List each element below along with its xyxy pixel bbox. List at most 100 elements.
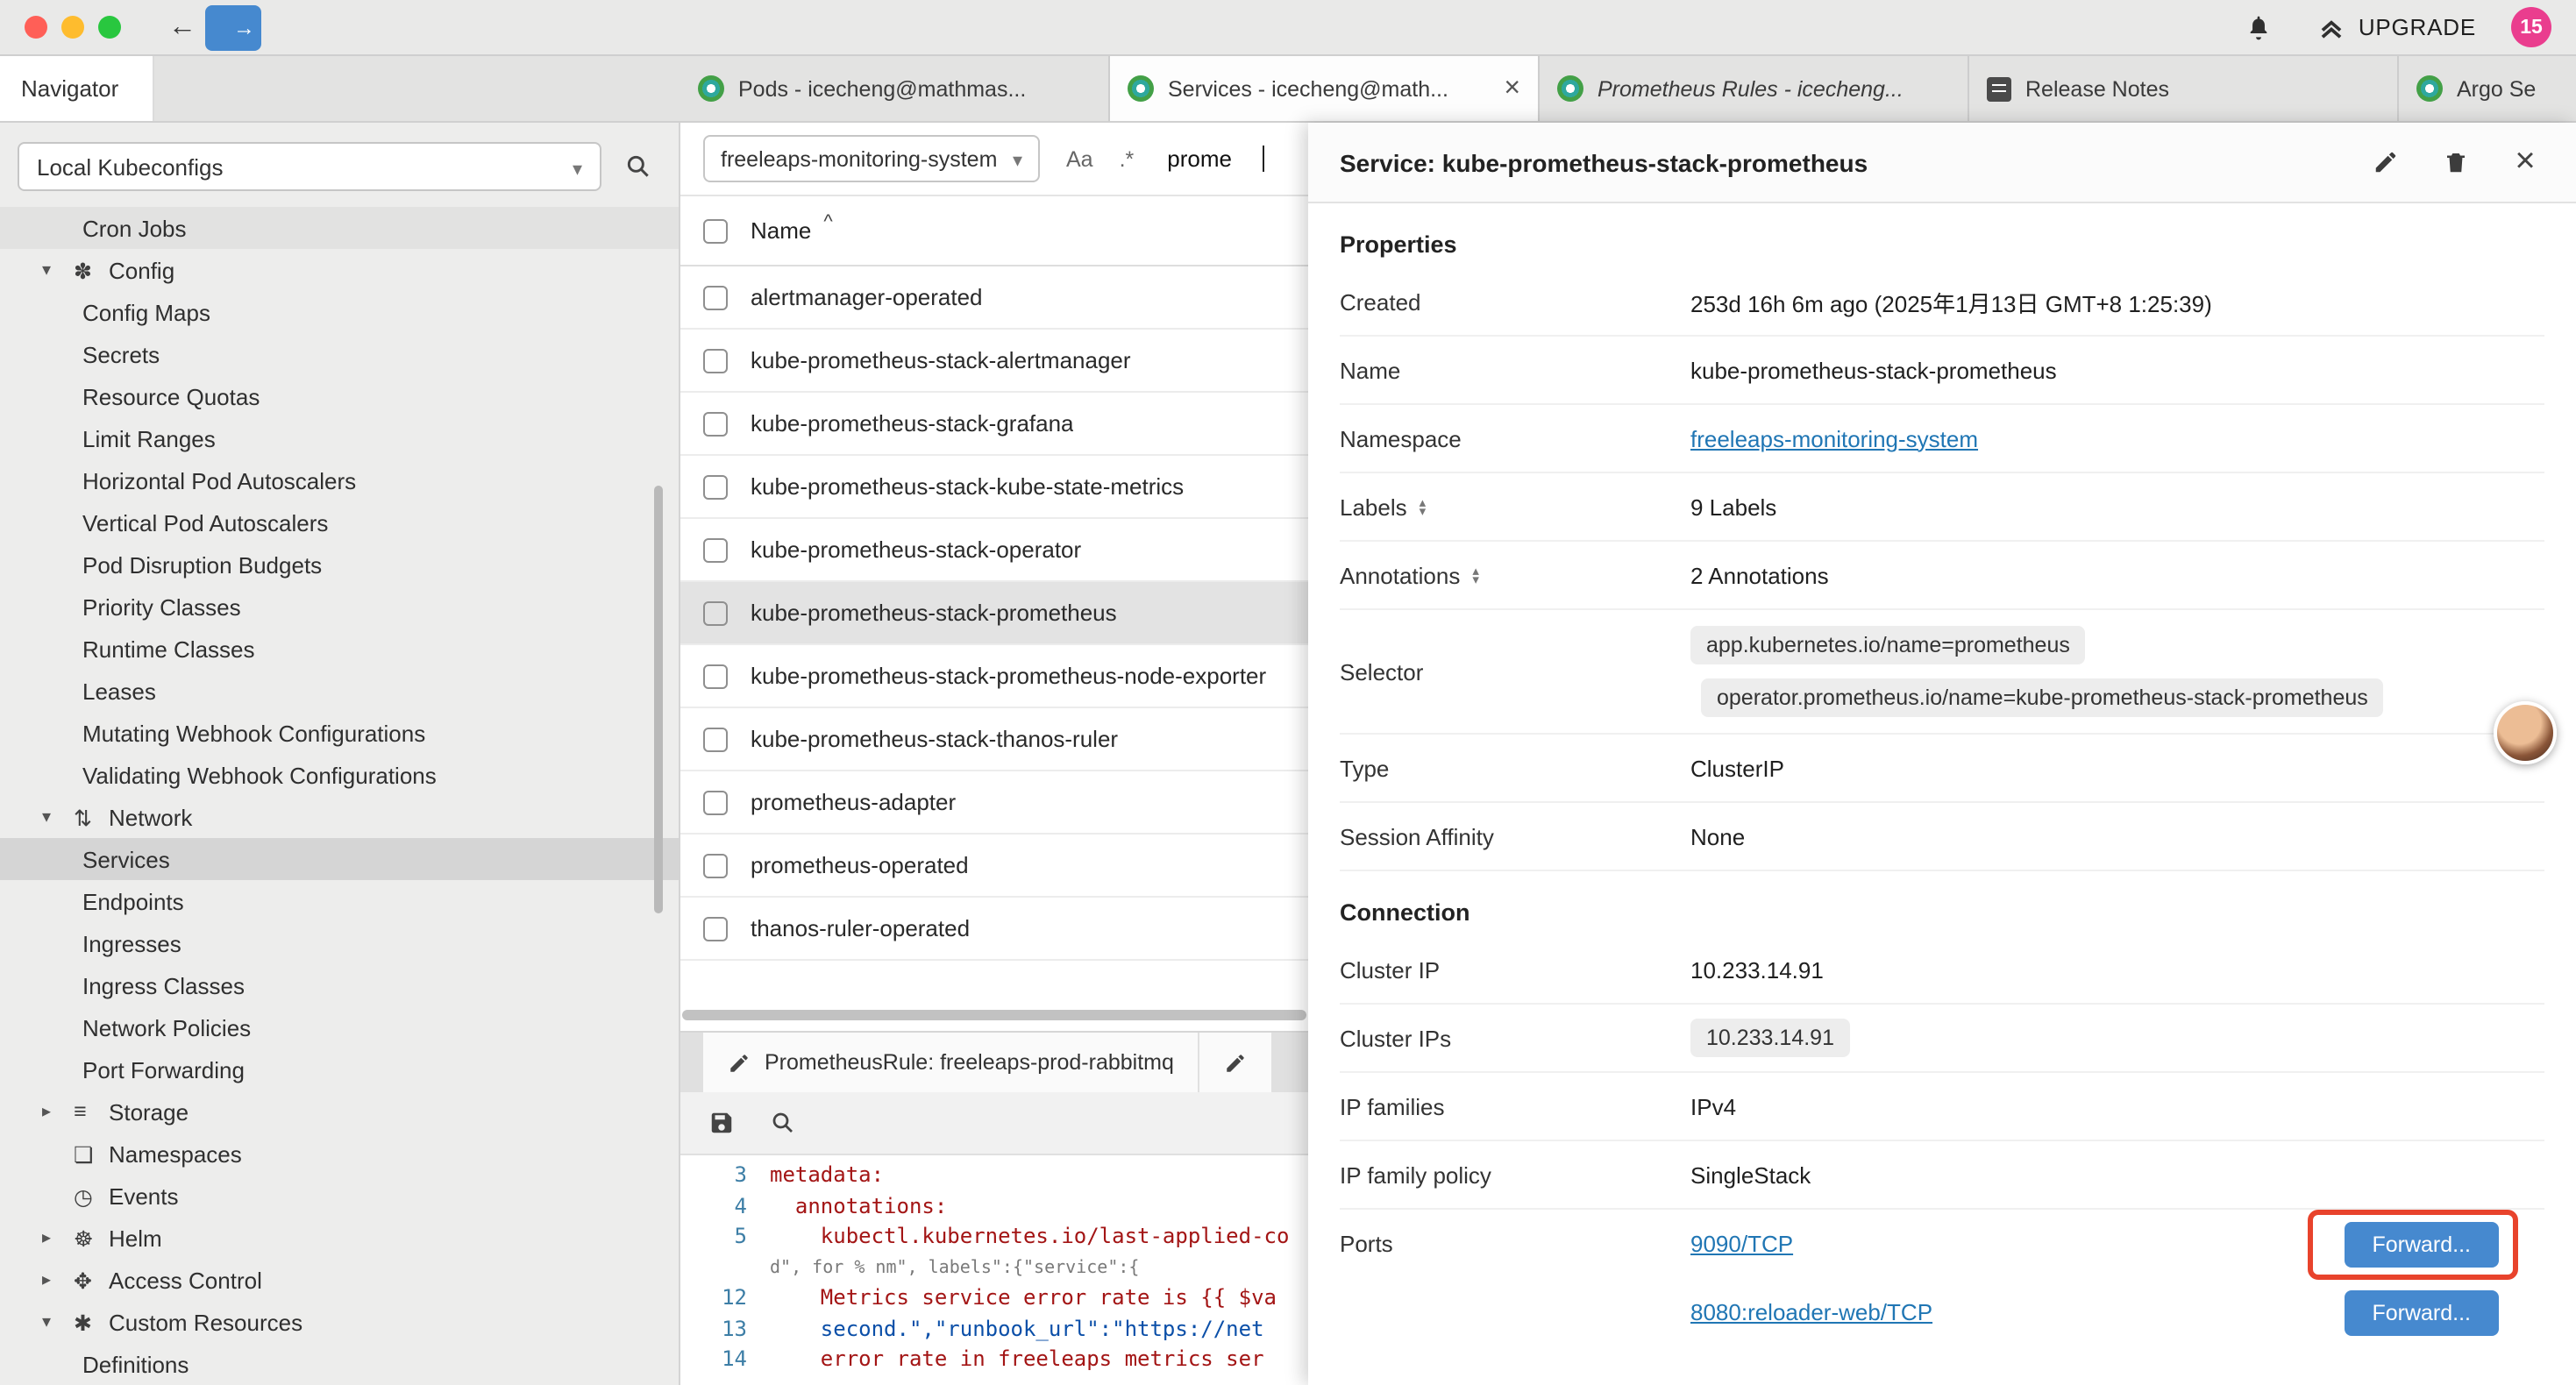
delete-icon[interactable] <box>2436 143 2474 181</box>
horizontal-scrollbar[interactable] <box>682 1010 1306 1020</box>
edit-pencil-icon <box>728 1051 751 1074</box>
kubeconfig-selector-value: Local Kubeconfigs <box>37 153 224 180</box>
avatar[interactable] <box>2494 701 2557 764</box>
sidebar-item-mutating-webhook-configurations[interactable]: Mutating Webhook Configurations <box>0 712 679 754</box>
upgrade-icon <box>2316 12 2346 42</box>
kubernetes-cluster-icon <box>2416 75 2443 102</box>
sidebar-item-runtime-classes[interactable]: Runtime Classes <box>0 628 679 670</box>
edit-pencil-icon <box>1225 1051 1248 1074</box>
kubernetes-cluster-icon <box>1128 75 1154 102</box>
namespaces-icon <box>74 1140 109 1167</box>
sidebar-item-port-forwarding[interactable]: Port Forwarding <box>0 1048 679 1090</box>
row-checkbox[interactable] <box>703 348 728 373</box>
sidebar-item-network-policies[interactable]: Network Policies <box>0 1006 679 1048</box>
search-input[interactable]: prome <box>1167 146 1232 172</box>
editor-tab-prometheusrule[interactable]: PrometheusRule: freeleaps-prod-rabbitmq <box>703 1033 1199 1092</box>
save-icon[interactable] <box>708 1110 735 1136</box>
edit-icon[interactable] <box>2366 143 2404 181</box>
sidebar-item-storage[interactable]: Storage <box>0 1090 679 1133</box>
sidebar-item-horizontal-pod-autoscalers[interactable]: Horizontal Pod Autoscalers <box>0 459 679 501</box>
match-case-toggle[interactable]: Aa <box>1066 146 1093 171</box>
select-all-checkbox[interactable] <box>703 218 728 243</box>
namespace-filter[interactable]: freeleaps-monitoring-system <box>703 135 1040 182</box>
tab-argo[interactable]: Argo Se <box>2399 56 2576 121</box>
minimize-window-button[interactable] <box>61 16 84 39</box>
config-icon <box>74 257 109 283</box>
regex-toggle[interactable]: .* <box>1120 146 1135 171</box>
forward-button[interactable]: Forward... <box>2344 1289 2499 1335</box>
namespace-link[interactable]: freeleaps-monitoring-system <box>1690 425 1978 451</box>
sidebar-item-services[interactable]: Services <box>0 838 679 880</box>
detail-row-name: Name kube-prometheus-stack-prometheus <box>1340 337 2544 405</box>
expand-collapse-icon[interactable] <box>1472 565 1479 585</box>
sidebar-item-access-control[interactable]: Access Control <box>0 1259 679 1301</box>
tab-prometheus-rules[interactable]: Prometheus Rules - icecheng... <box>1540 56 1969 121</box>
search-icon[interactable] <box>616 144 661 189</box>
navigator-label: Navigator <box>21 75 118 102</box>
detail-row-labels: Labels 9 Labels <box>1340 473 2544 542</box>
close-drawer-icon[interactable] <box>2506 143 2544 181</box>
row-checkbox[interactable] <box>703 664 728 688</box>
row-checkbox[interactable] <box>703 916 728 941</box>
sidebar-item-namespaces[interactable]: Namespaces <box>0 1133 679 1175</box>
sidebar-item-validating-webhook-configurations[interactable]: Validating Webhook Configurations <box>0 754 679 796</box>
row-checkbox[interactable] <box>703 537 728 562</box>
sidebar-item-endpoints[interactable]: Endpoints <box>0 880 679 922</box>
notifications-bell-icon[interactable] <box>2236 4 2281 50</box>
section-heading-properties: Properties <box>1340 231 2544 258</box>
column-name[interactable]: Name <box>751 217 811 244</box>
navigator-pane-header: Navigator <box>0 56 154 121</box>
kubeconfig-selector[interactable]: Local Kubeconfigs <box>18 142 601 191</box>
sort-asc-icon[interactable] <box>823 212 832 233</box>
notification-count-badge[interactable]: 15 <box>2511 7 2551 47</box>
chevron-right-icon <box>42 1102 74 1121</box>
sidebar-item-priority-classes[interactable]: Priority Classes <box>0 586 679 628</box>
row-checkbox[interactable] <box>703 727 728 751</box>
sidebar-item-ingresses[interactable]: Ingresses <box>0 922 679 964</box>
sidebar-item-ingress-classes[interactable]: Ingress Classes <box>0 964 679 1006</box>
row-checkbox[interactable] <box>703 790 728 814</box>
row-checkbox[interactable] <box>703 474 728 499</box>
port-link-8080[interactable]: 8080:reloader-web/TCP <box>1690 1299 1932 1325</box>
sidebar-scrollbar[interactable] <box>654 486 663 913</box>
sidebar-item-network[interactable]: Network <box>0 796 679 838</box>
sidebar-item-cron-jobs[interactable]: Cron Jobs <box>0 207 679 249</box>
zoom-window-button[interactable] <box>98 16 121 39</box>
row-checkbox[interactable] <box>703 853 728 877</box>
expand-collapse-icon[interactable] <box>1420 497 1427 516</box>
sidebar-item-config-maps[interactable]: Config Maps <box>0 291 679 333</box>
detail-row-namespace: Namespace freeleaps-monitoring-system <box>1340 405 2544 473</box>
tab-services[interactable]: Services - icecheng@math... <box>1110 56 1540 121</box>
forward-icon[interactable] <box>205 4 261 50</box>
sidebar-item-config[interactable]: Config <box>0 249 679 291</box>
detail-row-cluster-ips: Cluster IPs 10.233.14.91 <box>1340 1005 2544 1073</box>
detail-row-annotations: Annotations 2 Annotations <box>1340 542 2544 610</box>
port-link-9090[interactable]: 9090/TCP <box>1690 1231 1793 1257</box>
sidebar-item-vertical-pod-autoscalers[interactable]: Vertical Pod Autoscalers <box>0 501 679 543</box>
row-checkbox[interactable] <box>703 285 728 309</box>
forward-button[interactable]: Forward... <box>2344 1221 2499 1267</box>
custom-resources-icon <box>74 1309 109 1335</box>
tab-pods[interactable]: Pods - icecheng@mathmas... <box>680 56 1110 121</box>
sidebar-item-helm[interactable]: Helm <box>0 1217 679 1259</box>
chevron-down-icon <box>1013 146 1022 171</box>
sidebar-item-pod-disruption-budgets[interactable]: Pod Disruption Budgets <box>0 543 679 586</box>
traffic-lights <box>25 16 121 39</box>
upgrade-button[interactable]: UPGRADE <box>2316 12 2476 42</box>
sidebar-item-secrets[interactable]: Secrets <box>0 333 679 375</box>
sidebar-item-definitions[interactable]: Definitions <box>0 1343 679 1385</box>
sidebar-item-leases[interactable]: Leases <box>0 670 679 712</box>
close-tab-icon[interactable] <box>1504 73 1520 104</box>
search-icon[interactable] <box>770 1110 796 1136</box>
back-icon[interactable] <box>160 11 205 43</box>
sidebar-item-resource-quotas[interactable]: Resource Quotas <box>0 375 679 417</box>
detail-row-ip-families: IP families IPv4 <box>1340 1073 2544 1141</box>
sidebar-item-limit-ranges[interactable]: Limit Ranges <box>0 417 679 459</box>
row-checkbox[interactable] <box>703 600 728 625</box>
close-window-button[interactable] <box>25 16 47 39</box>
sidebar-item-custom-resources[interactable]: Custom Resources <box>0 1301 679 1343</box>
row-checkbox[interactable] <box>703 411 728 436</box>
sidebar-item-events[interactable]: Events <box>0 1175 679 1217</box>
tab-release-notes[interactable]: Release Notes <box>1969 56 2399 121</box>
editor-tab-partial[interactable] <box>1200 1033 1272 1092</box>
